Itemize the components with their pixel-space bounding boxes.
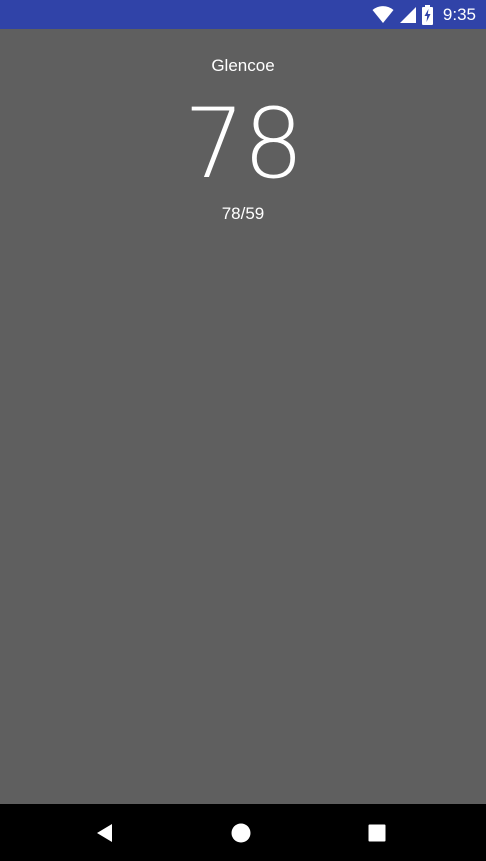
navigation-bar: [0, 804, 486, 861]
back-icon: [97, 824, 112, 842]
status-bar: 9:35: [0, 0, 486, 29]
home-button[interactable]: [226, 818, 256, 848]
city-name: Glencoe: [211, 56, 275, 75]
wifi-icon: [372, 6, 394, 24]
cell-signal-icon: [399, 6, 416, 24]
battery-charging-icon: [421, 5, 433, 25]
status-clock: 9:35: [442, 5, 476, 24]
status-icons: 9:35: [372, 5, 476, 25]
home-icon: [231, 823, 251, 843]
recent-apps-icon: [368, 824, 386, 842]
back-button[interactable]: [90, 818, 120, 848]
high-low-temperature: 78/59: [221, 204, 265, 223]
app-screen: 9:35 Glencoe 78 78/59: [0, 0, 486, 861]
weather-content: Glencoe 78 78/59: [0, 29, 486, 804]
current-temperature: 78: [183, 88, 304, 200]
recent-apps-button[interactable]: [362, 818, 392, 848]
